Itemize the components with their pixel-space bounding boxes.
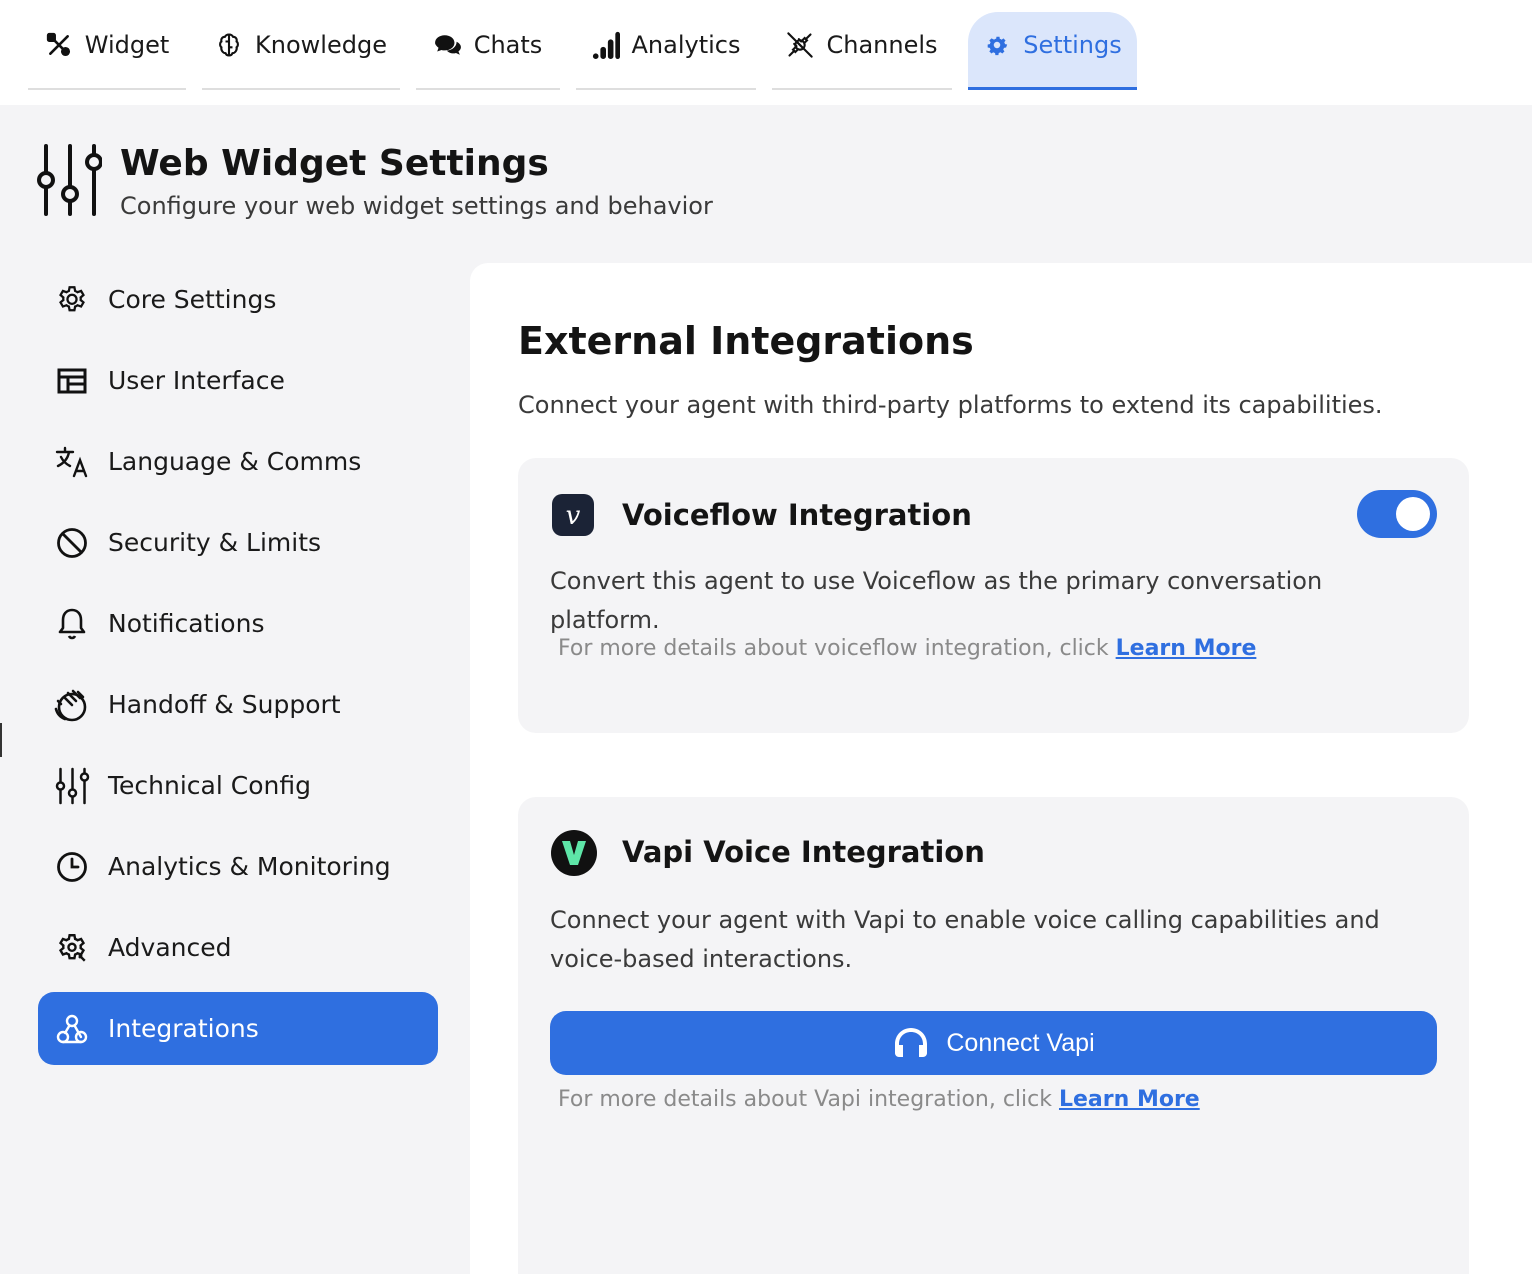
webhook-icon (54, 1011, 90, 1047)
sidebar-item-label: Integrations (108, 1014, 259, 1043)
voiceflow-card-header: v Voiceflow Integration (550, 492, 972, 538)
resize-handle[interactable] (0, 723, 2, 757)
ban-icon (54, 525, 90, 561)
sidebar-item-label: Technical Config (108, 771, 311, 800)
chat-bubbles-icon (434, 31, 462, 59)
gear-outline-icon (54, 282, 90, 318)
plug-icon (786, 31, 814, 59)
tab-label: Chats (473, 31, 543, 59)
bell-icon (54, 606, 90, 642)
sidebar-item-label: Notifications (108, 609, 265, 638)
tab-label: Knowledge (255, 31, 387, 59)
vapi-learn-more-link[interactable]: Learn More (1059, 1087, 1200, 1112)
clock-icon (54, 849, 90, 885)
toggle-knob (1396, 497, 1430, 531)
sidebar-item-label: User Interface (108, 366, 285, 395)
settings-sidebar: Core Settings User Interface Language & … (38, 263, 438, 1073)
integrations-panel: External Integrations Connect your agent… (470, 263, 1532, 1274)
vapi-note-text: For more details about Vapi integration,… (558, 1087, 1059, 1112)
sidebar-item-language-comms[interactable]: Language & Comms (38, 425, 438, 498)
voiceflow-logo-icon: v (550, 492, 596, 538)
page-title: Web Widget Settings (120, 143, 549, 184)
sidebar-item-label: Core Settings (108, 285, 277, 314)
sidebar-item-label: Handoff & Support (108, 690, 341, 719)
sliders-icon (36, 142, 102, 220)
connect-vapi-button[interactable]: Connect Vapi (550, 1011, 1437, 1075)
voiceflow-note-text: For more details about voiceflow integra… (558, 636, 1116, 661)
sidebar-item-notifications[interactable]: Notifications (38, 587, 438, 660)
voiceflow-title: Voiceflow Integration (622, 498, 972, 532)
tab-analytics[interactable]: Analytics (576, 12, 756, 90)
connect-vapi-label: Connect Vapi (946, 1028, 1095, 1057)
sidebar-item-handoff-support[interactable]: Handoff & Support (38, 668, 438, 741)
sidebar-item-analytics-monitoring[interactable]: Analytics & Monitoring (38, 830, 438, 903)
voiceflow-card: v Voiceflow Integration Convert this age… (518, 458, 1469, 733)
sidebar-item-label: Language & Comms (108, 447, 362, 476)
vapi-note: For more details about Vapi integration,… (558, 1087, 1200, 1112)
vapi-card: Vapi Voice Integration Connect your agen… (518, 797, 1469, 1274)
sidebar-item-label: Analytics & Monitoring (108, 852, 391, 881)
tab-channels[interactable]: Channels (772, 12, 952, 90)
gear-advanced-icon (54, 930, 90, 966)
vapi-logo-icon (550, 829, 597, 876)
tools-icon (45, 31, 73, 59)
tab-widget[interactable]: Widget (28, 12, 186, 90)
headphones-icon (892, 1025, 930, 1061)
sidebar-item-advanced[interactable]: Advanced (38, 911, 438, 984)
page-subtitle: Configure your web widget settings and b… (120, 192, 713, 220)
gear-icon (983, 31, 1011, 59)
sidebar-item-core-settings[interactable]: Core Settings (38, 263, 438, 336)
brain-icon (215, 31, 243, 59)
tab-chats[interactable]: Chats (416, 12, 560, 90)
sidebar-item-label: Advanced (108, 933, 232, 962)
sidebar-item-integrations[interactable]: Integrations (38, 992, 438, 1065)
voiceflow-learn-more-link[interactable]: Learn More (1116, 636, 1257, 661)
voiceflow-note: For more details about voiceflow integra… (558, 636, 1256, 661)
vapi-card-header: Vapi Voice Integration (550, 829, 985, 876)
hand-icon (54, 687, 90, 723)
section-description: Connect your agent with third-party plat… (518, 391, 1383, 419)
tab-knowledge[interactable]: Knowledge (202, 12, 400, 90)
voiceflow-description: Convert this agent to use Voiceflow as t… (550, 567, 1323, 634)
svg-text:v: v (566, 501, 581, 531)
tab-label: Channels (826, 31, 938, 59)
page-header: Web Widget Settings Configure your web w… (36, 142, 713, 220)
tab-label: Analytics (631, 31, 741, 59)
sidebar-item-security-limits[interactable]: Security & Limits (38, 506, 438, 579)
sliders-icon (54, 767, 90, 804)
section-title: External Integrations (518, 319, 974, 363)
tab-label: Settings (1023, 30, 1122, 59)
sidebar-item-label: Security & Limits (108, 528, 322, 557)
tab-label: Widget (84, 31, 170, 59)
sidebar-item-user-interface[interactable]: User Interface (38, 344, 438, 417)
sidebar-item-technical-config[interactable]: Technical Config (38, 749, 438, 822)
voiceflow-toggle[interactable] (1357, 490, 1437, 538)
translate-icon (54, 444, 90, 480)
tab-settings[interactable]: Settings (968, 12, 1137, 90)
layout-icon (54, 363, 90, 399)
vapi-description: Connect your agent with Vapi to enable v… (550, 906, 1380, 973)
vapi-title: Vapi Voice Integration (622, 835, 985, 869)
signal-bars-icon (592, 31, 620, 59)
top-tab-bar: Widget Knowledge Chats Analytics Channel… (0, 0, 1532, 105)
